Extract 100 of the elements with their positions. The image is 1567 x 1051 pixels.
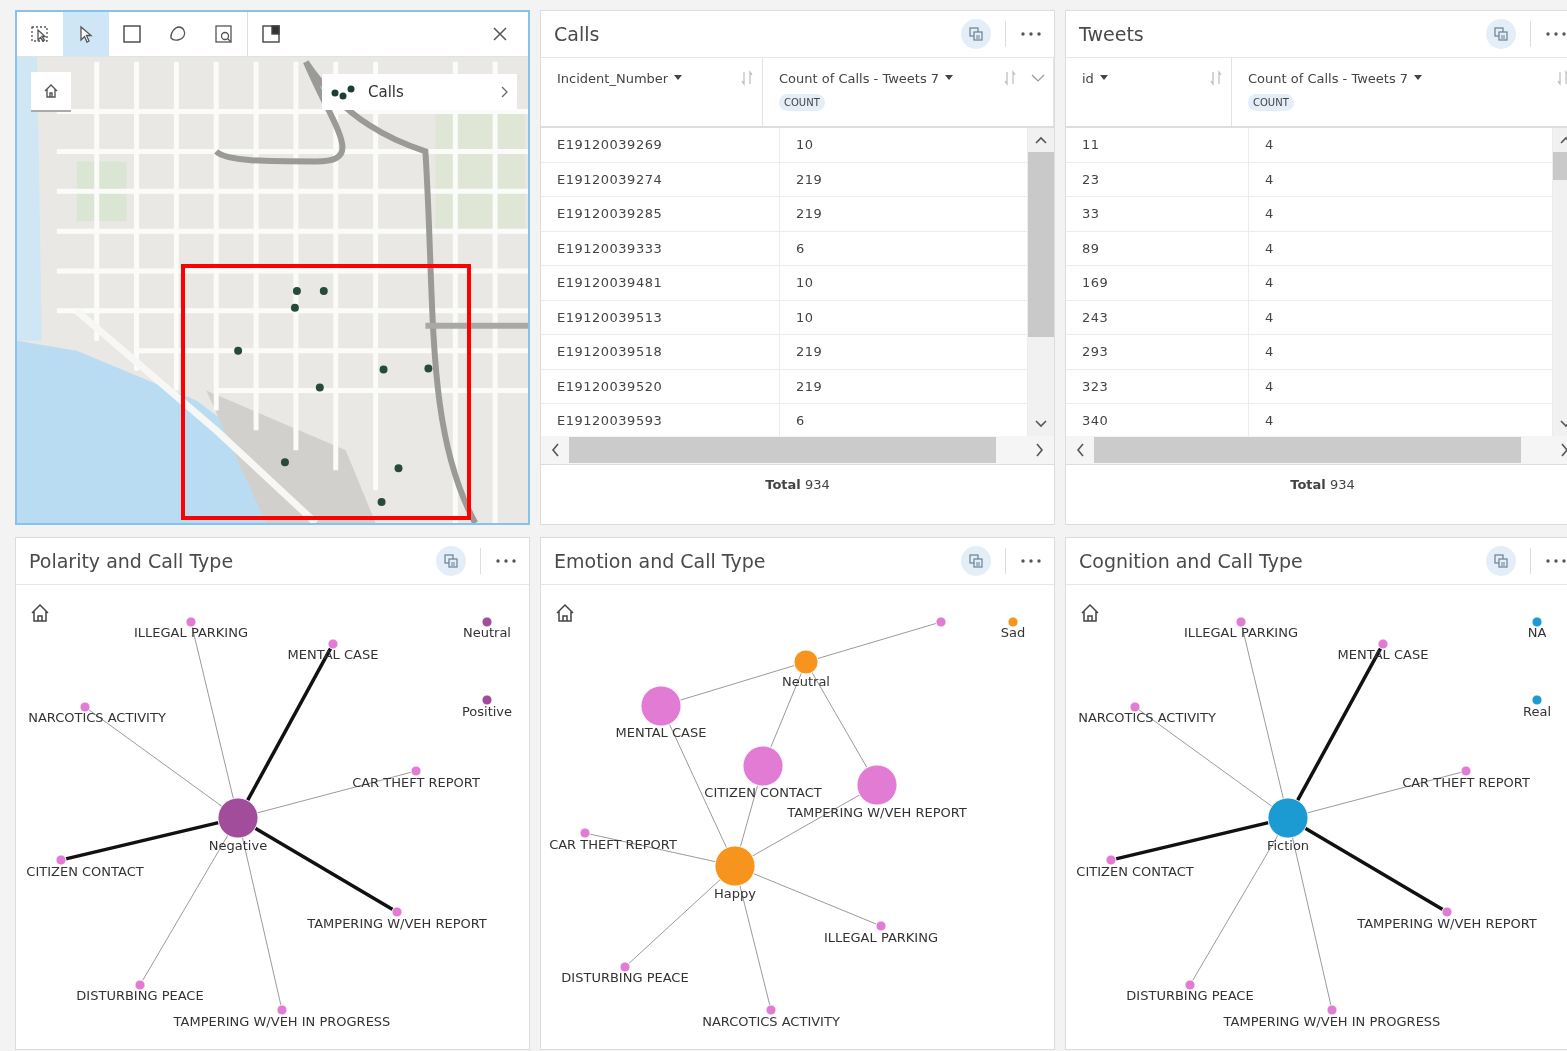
node-label: Happy [714,886,756,901]
caret-icon [945,75,954,81]
graph-node[interactable] [55,854,67,866]
graph-node[interactable] [935,616,947,628]
more-options-icon[interactable] [1545,558,1567,564]
sort-icon [1209,70,1223,86]
copy-icon [968,553,984,569]
graph-node[interactable] [1326,1004,1338,1016]
panel-title: Cognition and Call Type [1079,550,1304,572]
sync-button[interactable] [961,546,991,576]
graph-node[interactable] [765,1004,777,1016]
scroll-right-icon[interactable] [1036,443,1044,457]
caret-icon [1414,75,1423,81]
table-cell: E19120039520 [541,369,780,403]
graph-node[interactable] [134,979,146,991]
graph-node[interactable] [793,649,819,675]
graph-node[interactable] [714,845,756,887]
scrollbar-thumb[interactable] [1094,437,1521,463]
frame-select-icon [30,24,50,44]
column-title: id [1082,70,1094,86]
graph-node[interactable] [856,764,898,806]
graph-node[interactable] [875,920,887,932]
node-label: CAR THEFT REPORT [549,837,677,852]
sync-button[interactable] [1486,19,1516,49]
graph-node[interactable] [619,961,631,973]
node-label: Sad [1000,625,1026,640]
zoom-select-icon [214,24,234,44]
graph-node[interactable] [742,745,784,787]
scroll-left-icon[interactable] [551,443,559,457]
graph-node[interactable] [481,694,493,706]
graph-node[interactable] [1460,765,1472,777]
node-label: CITIZEN CONTACT [1076,864,1194,879]
scroll-right-icon[interactable] [1561,443,1567,457]
node-label: CITIZEN CONTACT [26,864,144,879]
scrollbar-thumb[interactable] [569,437,996,463]
graph-node[interactable] [327,638,339,650]
node-label: MENTAL CASE [615,725,707,740]
node-label: DISTURBING PEACE [76,988,204,1003]
graph-node[interactable] [579,827,591,839]
graph-node[interactable] [481,616,493,628]
graph-node[interactable] [391,906,403,918]
graph-node[interactable] [1267,797,1309,839]
scroll-up-icon[interactable] [1035,136,1047,144]
more-options-icon[interactable] [495,558,517,564]
graph-node[interactable] [79,701,91,713]
aggregate-tag: COUNT [1248,94,1294,111]
more-options-icon[interactable] [1020,558,1042,564]
graph-node[interactable] [185,616,197,628]
sync-button[interactable] [436,546,466,576]
total-count: Total 934 [1290,477,1355,494]
column-header[interactable]: id [1066,58,1232,126]
table-cell: E19120039333 [541,231,780,265]
table-cell: 293 [1066,335,1249,369]
copy-icon [1493,553,1509,569]
scrollbar-thumb[interactable] [1028,152,1054,337]
pointer-tool[interactable] [63,12,109,56]
column-header[interactable]: Count of Calls - Tweets 7 COUNT [1232,58,1567,126]
close-icon[interactable] [492,26,508,42]
node-label: DISTURBING PEACE [561,970,689,985]
graph-node[interactable] [276,1004,288,1016]
graph-node[interactable] [1007,616,1019,628]
graph-node[interactable] [217,797,259,839]
copy-icon [968,26,984,42]
column-header[interactable]: Count of Calls - Tweets 7 COUNT [763,58,1054,126]
table-cell: E19120039481 [541,266,780,300]
node-label: NARCOTICS ACTIVITY [28,710,166,725]
home-button[interactable] [31,72,71,112]
scroll-left-icon[interactable] [1076,443,1084,457]
column-header[interactable]: Incident_Number [541,58,763,126]
graph-node[interactable] [1235,616,1247,628]
column-title: Incident_Number [557,70,669,86]
total-count: Total 934 [765,477,830,494]
lasso-icon [168,24,188,44]
table-cell: 169 [1066,266,1249,300]
graph-node[interactable] [410,765,422,777]
node-label: ILLEGAL PARKING [134,625,248,640]
table-cell: E19120039285 [541,197,780,231]
graph-node[interactable] [1531,616,1543,628]
graph-node[interactable] [1441,906,1453,918]
graph-node[interactable] [1531,694,1543,706]
node-label: ILLEGAL PARKING [1184,625,1298,640]
legend-chip[interactable]: Calls [322,74,517,110]
node-label: NARCOTICS ACTIVITY [702,1014,840,1029]
more-options-icon[interactable] [1545,31,1567,37]
home-icon[interactable] [556,603,574,622]
panel-title: Calls [554,23,601,45]
graph-node[interactable] [640,685,682,727]
sort-icon [740,70,754,86]
sync-button[interactable] [961,19,991,49]
graph-node[interactable] [1184,979,1196,991]
home-icon[interactable] [31,603,49,622]
chevron-right-icon [499,85,509,99]
table-cell: 243 [1066,300,1249,334]
graph-node[interactable] [1105,854,1117,866]
more-options-icon[interactable] [1020,31,1042,37]
scroll-down-icon[interactable] [1035,420,1047,428]
graph-node[interactable] [1377,638,1389,650]
home-icon[interactable] [1081,603,1099,622]
sync-button[interactable] [1486,546,1516,576]
graph-node[interactable] [1129,701,1141,713]
